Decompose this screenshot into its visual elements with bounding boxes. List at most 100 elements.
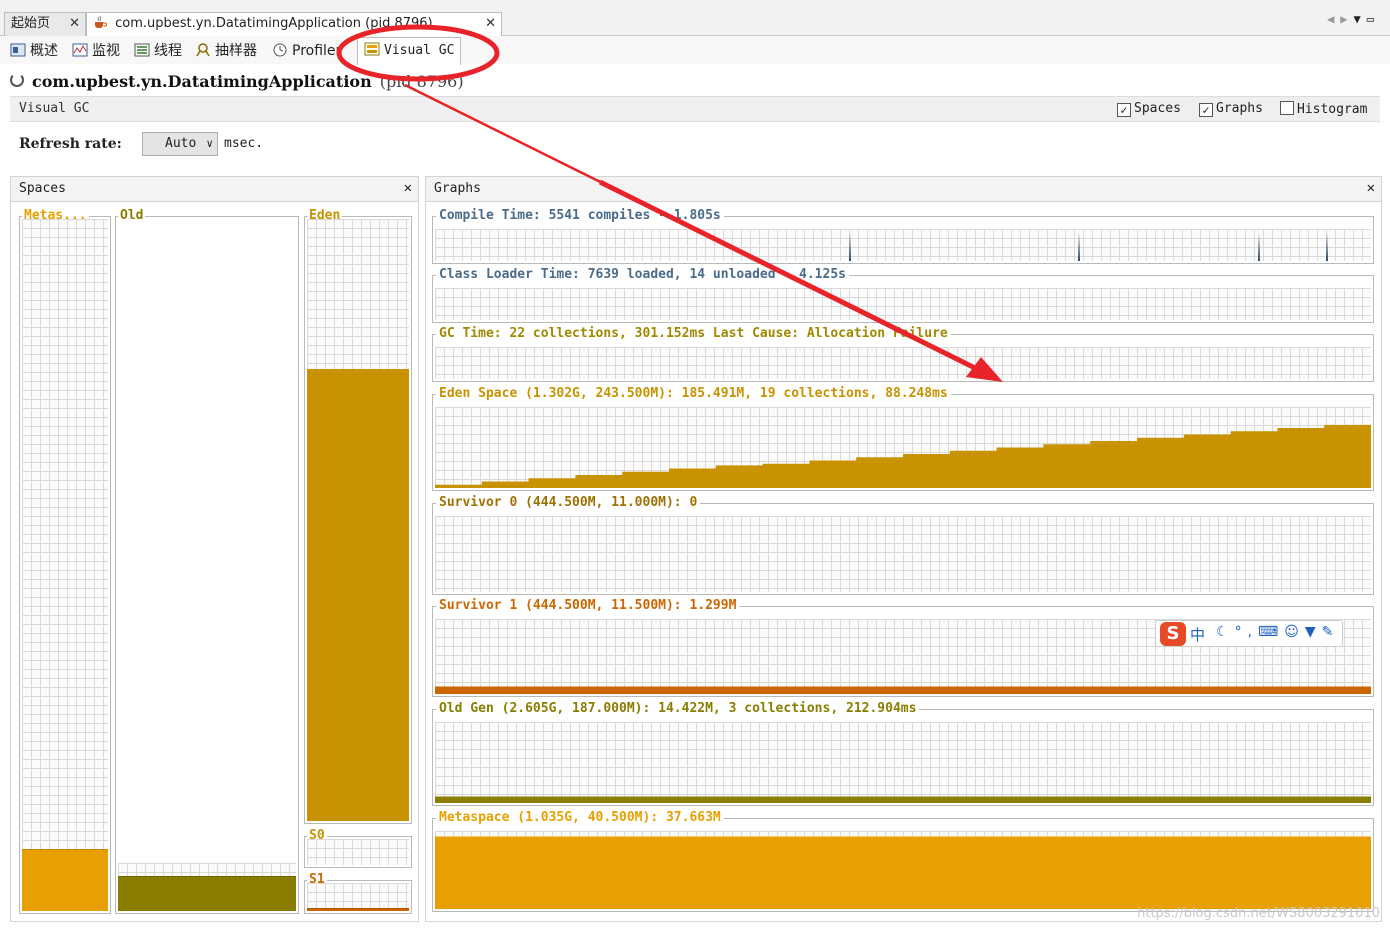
wrench-icon[interactable]: ✎ [1322, 624, 1340, 640]
tab-monitor[interactable]: 监视 [70, 40, 120, 62]
space-grid [307, 883, 409, 911]
tab-visual-gc[interactable]: Visual GC [357, 37, 462, 65]
space-usage-fill [307, 908, 409, 911]
close-icon[interactable]: ✕ [404, 180, 412, 196]
visual-gc-label: Visual GC [19, 101, 90, 116]
close-icon[interactable]: ✕ [1367, 180, 1375, 196]
space-s0: S0 [304, 829, 412, 868]
tab-label: 起始页 [11, 16, 51, 31]
space-usage-fill [118, 876, 296, 911]
graphs-checkbox[interactable]: ✓ Graphs [1199, 101, 1263, 117]
graph-label: Metaspace (1.035G, 40.500M): 37.663M [436, 810, 724, 826]
graph-series [849, 232, 1328, 261]
compile-spike-1 [1078, 232, 1080, 261]
graph-series [435, 516, 1371, 592]
histogram-checkbox[interactable]: Histogram [1280, 101, 1367, 117]
space-grid [22, 219, 108, 911]
graph-label: GC Time: 22 collections, 301.152ms Last … [436, 326, 951, 342]
chevron-down-icon: ∨ [206, 137, 213, 150]
tab-label: 概述 [30, 43, 58, 59]
ime-logo[interactable]: S [1160, 622, 1186, 646]
document-tab-strip: 起始页 ✕ com.upbest.yn.DatatimingApplicatio… [0, 0, 1390, 37]
app-name: com.upbest.yn.DatatimingApplication [32, 72, 372, 91]
checkbox-label: Histogram [1297, 102, 1368, 117]
graph-label: Survivor 0 (444.500M, 11.000M): 0 [436, 495, 701, 511]
graph-series [435, 836, 1371, 909]
user-icon[interactable]: ☺ [1284, 624, 1305, 640]
maximize-icon[interactable]: ▭ [1367, 12, 1380, 26]
refresh-rate-select[interactable]: Auto ∨ [142, 132, 218, 156]
graph-label: Class Loader Time: 7639 loaded, 14 unloa… [436, 267, 849, 283]
sampler-icon [196, 43, 210, 57]
graph-compile-time: Compile Time: 5541 compiles - 1.805s [432, 208, 1374, 264]
tab-start-page[interactable]: 起始页 ✕ [4, 12, 86, 36]
spaces-panel-header: Spaces ✕ [10, 176, 419, 202]
graph-plot [435, 288, 1371, 320]
graph-label: Eden Space (1.302G, 243.500M): 185.491M,… [436, 386, 951, 402]
graph-plot [435, 516, 1371, 592]
checkbox-checked-icon: ✓ [1199, 103, 1213, 117]
java-coffee-icon [95, 15, 107, 28]
graph-class-loader-time: Class Loader Time: 7639 loaded, 14 unloa… [432, 267, 1374, 323]
profiler-icon [273, 43, 287, 57]
tab-application[interactable]: com.upbest.yn.DatatimingApplication (pid… [86, 12, 502, 37]
graph-series [435, 796, 1371, 803]
tab-label: Profiler [292, 43, 342, 59]
space-metaspace: Metas... [19, 209, 111, 914]
close-icon[interactable]: ✕ [69, 13, 80, 35]
tab-list-dropdown-icon[interactable]: ▼ [1354, 12, 1367, 26]
spaces-panel: Metas... Old Eden S0 S1 [10, 202, 419, 922]
visual-gc-icon [364, 42, 380, 56]
refresh-rate-value: Auto [165, 136, 197, 151]
graph-metaspace: Metaspace (1.035G, 40.500M): 37.663M [432, 810, 1374, 912]
ime-mode[interactable]: 中 [1190, 624, 1205, 645]
space-usage-fill [307, 369, 409, 821]
graph-series [435, 288, 1371, 320]
graph-plot [435, 229, 1371, 261]
checkbox-label: Spaces [1134, 101, 1181, 116]
space-old: Old [115, 209, 299, 914]
graph-label: Compile Time: 5541 compiles - 1.805s [436, 208, 724, 224]
punctuation-icon[interactable]: °, [1235, 624, 1258, 640]
checkbox-label: Graphs [1216, 101, 1263, 116]
tab-label: Visual GC [384, 43, 455, 58]
space-s1: S1 [304, 873, 412, 914]
graphs-panel-title: Graphs [434, 181, 481, 196]
usage-area [435, 836, 1371, 909]
tab-navigation: ◀▶▼▭ [1327, 12, 1380, 26]
close-icon[interactable]: ✕ [485, 13, 496, 35]
tab-label: 抽样器 [215, 43, 257, 59]
tab-label: 线程 [154, 43, 182, 59]
overview-icon [10, 43, 26, 57]
graph-series [435, 347, 1371, 379]
tab-overview[interactable]: 概述 [8, 40, 58, 62]
ime-tool-icons[interactable]: ☾°,⌨☺▼✎ [1216, 624, 1339, 640]
refresh-rate-label: Refresh rate: [19, 136, 122, 152]
tab-label: com.upbest.yn.DatatimingApplication (pid… [115, 16, 433, 31]
view-tab-row: 概述 监视 线程 抽样器 Profiler Visual GC [0, 36, 1390, 65]
compile-spike-2 [1258, 232, 1260, 261]
tab-sampler[interactable]: 抽样器 [193, 40, 257, 62]
graph-plot [435, 831, 1371, 909]
keyboard-icon[interactable]: ⌨ [1258, 624, 1284, 640]
space-grid [307, 839, 409, 865]
tab-threads[interactable]: 线程 [132, 40, 182, 62]
graph-gc-time: GC Time: 22 collections, 301.152ms Last … [432, 326, 1374, 382]
graph-label: Old Gen (2.605G, 187.000M): 14.422M, 3 c… [436, 701, 920, 717]
space-label: Old [118, 208, 146, 223]
space-eden: Eden [304, 209, 412, 824]
spaces-checkbox[interactable]: ✓ Spaces [1117, 101, 1181, 117]
page-title: com.upbest.yn.DatatimingApplication (pid … [32, 72, 464, 91]
moon-icon[interactable]: ☾ [1216, 624, 1235, 640]
monitor-icon [72, 43, 88, 57]
loading-spinner-icon [10, 73, 24, 87]
graph-plot [435, 407, 1371, 488]
shirt-icon[interactable]: ▼ [1305, 624, 1322, 640]
watermark: https://blog.csdn.net/WS8003291010 [1137, 906, 1380, 921]
scroll-right-icon[interactable]: ▶ [1340, 12, 1353, 26]
scroll-left-icon[interactable]: ◀ [1327, 12, 1340, 26]
tab-profiler[interactable]: Profiler [270, 40, 341, 62]
ime-toolbar[interactable]: S 中 ☾°,⌨☺▼✎ [1155, 620, 1343, 647]
eden-usage-area [435, 424, 1371, 488]
graph-plot [435, 347, 1371, 379]
